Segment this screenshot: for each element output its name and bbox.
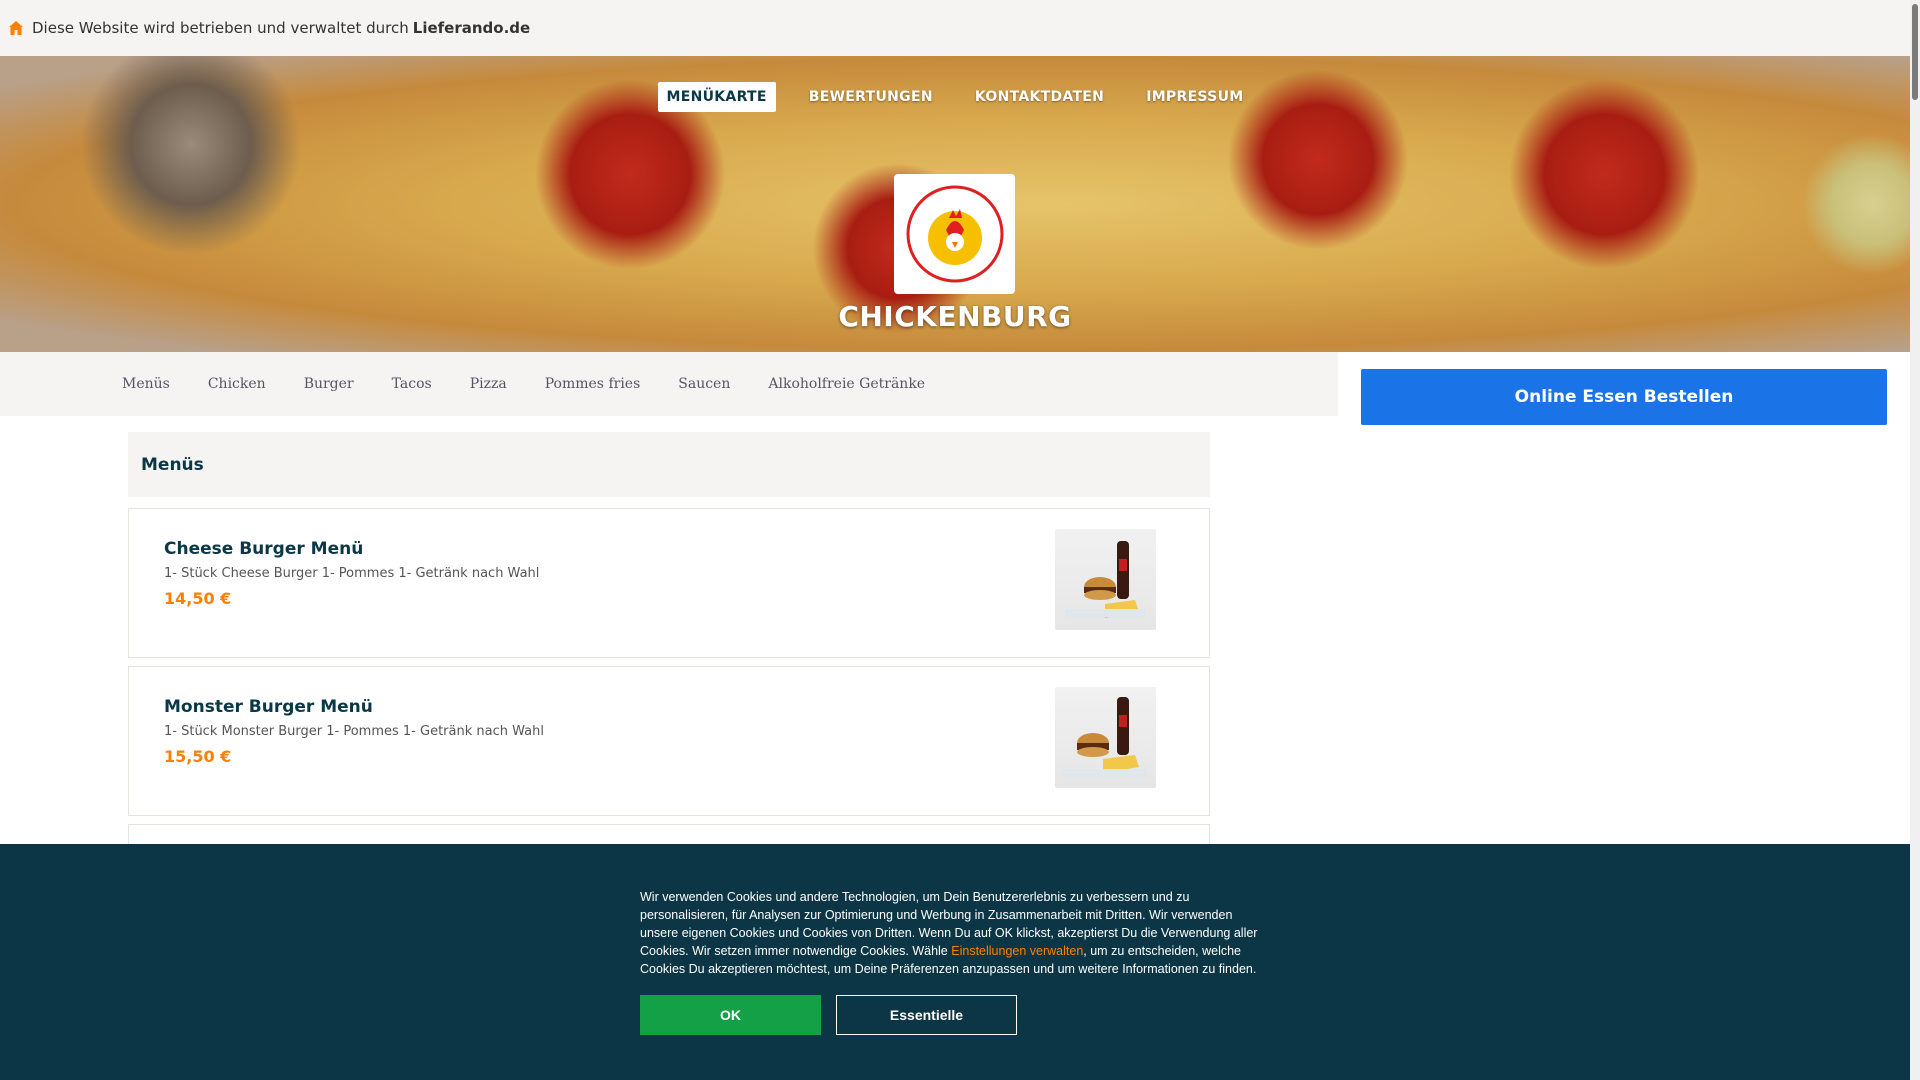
- item-image: [1055, 687, 1156, 788]
- category-getraenke[interactable]: Alkoholfreie Getränke: [768, 376, 925, 392]
- scrollbar-thumb[interactable]: [1912, 4, 1918, 100]
- home-icon: [9, 21, 23, 35]
- nav-bewertungen[interactable]: BEWERTUNGEN: [800, 82, 942, 112]
- cookie-essential-button[interactable]: Essentielle: [836, 995, 1017, 1035]
- cookie-ok-button[interactable]: OK: [640, 995, 821, 1035]
- chicken-logo-icon: [906, 185, 1003, 283]
- hero-nav: MENÜKARTE BEWERTUNGEN KONTAKTDATEN IMPRE…: [0, 82, 1910, 112]
- page-scrollbar[interactable]: [1910, 0, 1920, 1080]
- restaurant-name: CHICKENBURG: [838, 300, 1072, 333]
- cookie-banner: Wir verwenden Cookies und andere Technol…: [0, 844, 1910, 1080]
- item-price: 15,50 €: [164, 747, 232, 766]
- nav-impressum[interactable]: IMPRESSUM: [1137, 82, 1252, 112]
- lieferando-link[interactable]: Lieferando.de: [413, 19, 530, 37]
- operator-text: Diese Website wird betrieben und verwalt…: [32, 19, 409, 37]
- item-name: Cheese Burger Menü: [164, 539, 364, 559]
- order-online-button[interactable]: Online Essen Bestellen: [1361, 369, 1887, 425]
- category-menus[interactable]: Menüs: [122, 376, 170, 392]
- category-pommes[interactable]: Pommes fries: [545, 376, 641, 392]
- category-nav: Menüs Chicken Burger Tacos Pizza Pommes …: [0, 352, 1338, 416]
- category-saucen[interactable]: Saucen: [678, 376, 730, 392]
- item-image: [1055, 529, 1156, 630]
- cookie-settings-link[interactable]: Einstellungen verwalten: [951, 944, 1083, 958]
- menu-item[interactable]: Cheese Burger Menü 1- Stück Cheese Burge…: [128, 508, 1210, 658]
- section-title: Menüs: [128, 432, 1210, 497]
- operator-info-bar: Diese Website wird betrieben und verwalt…: [0, 0, 1910, 56]
- category-burger[interactable]: Burger: [304, 376, 354, 392]
- hero-banner: MENÜKARTE BEWERTUNGEN KONTAKTDATEN IMPRE…: [0, 56, 1910, 352]
- restaurant-logo: [894, 174, 1015, 294]
- item-price: 14,50 €: [164, 589, 232, 608]
- item-name: Monster Burger Menü: [164, 697, 373, 717]
- category-pizza[interactable]: Pizza: [470, 376, 507, 392]
- item-description: 1- Stück Monster Burger 1- Pommes 1- Get…: [164, 724, 544, 739]
- menu-item[interactable]: Monster Burger Menü 1- Stück Monster Bur…: [128, 666, 1210, 816]
- cookie-text: Wir verwenden Cookies und andere Technol…: [640, 888, 1260, 978]
- category-chicken[interactable]: Chicken: [208, 376, 266, 392]
- nav-kontaktdaten[interactable]: KONTAKTDATEN: [966, 82, 1113, 112]
- nav-menukarte[interactable]: MENÜKARTE: [657, 82, 776, 112]
- category-tacos[interactable]: Tacos: [392, 376, 432, 392]
- item-description: 1- Stück Cheese Burger 1- Pommes 1- Getr…: [164, 566, 540, 581]
